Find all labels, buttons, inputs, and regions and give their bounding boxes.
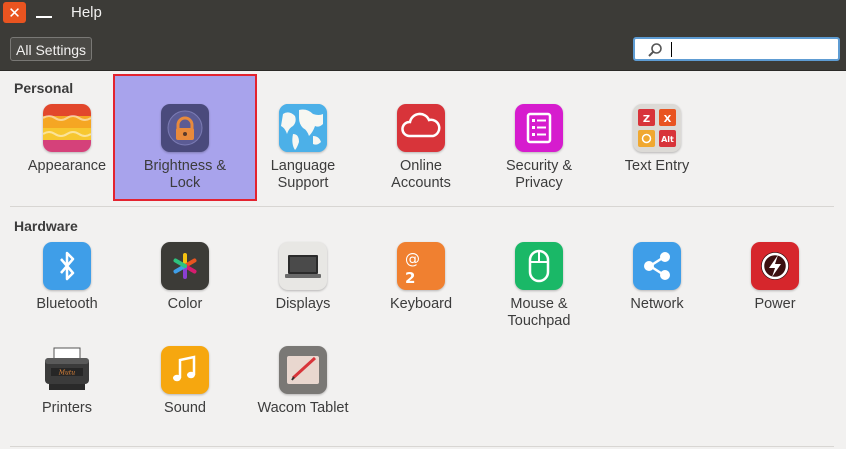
keyboard-num-glyph: 2 — [405, 269, 415, 287]
section-title-hardware: Hardware — [14, 218, 78, 234]
menu-help[interactable]: Help — [71, 4, 102, 21]
settings-item-label: Text Entry — [624, 158, 690, 174]
text-entry-z: Z — [643, 114, 650, 125]
settings-item-text-entry[interactable]: Z X Alt Text Entry — [598, 104, 716, 175]
displays-icon — [279, 242, 327, 290]
close-button[interactable]: ✕ — [3, 2, 26, 23]
close-icon: ✕ — [8, 3, 21, 22]
keyboard-at-glyph: @ — [405, 250, 420, 268]
section-title-personal: Personal — [14, 80, 74, 96]
settings-item-label: Sound — [164, 400, 206, 416]
power-icon — [751, 242, 799, 290]
color-icon — [161, 242, 209, 290]
bottom-divider — [10, 446, 834, 447]
settings-item-sound[interactable]: Sound — [126, 346, 244, 417]
settings-item-label: Network — [630, 296, 684, 312]
title-bar: ✕ Help — [0, 0, 846, 27]
text-cursor — [671, 42, 672, 57]
settings-item-label: Mouse & Touchpad — [507, 296, 571, 329]
settings-item-language-support[interactable]: Language Support — [244, 104, 362, 192]
mouse-touchpad-icon — [515, 242, 563, 290]
search-input[interactable] — [669, 40, 835, 58]
brightness-lock-icon — [161, 104, 209, 152]
settings-item-security-privacy[interactable]: Security & Privacy — [480, 104, 598, 192]
all-settings-button[interactable]: All Settings — [10, 37, 93, 61]
printer-logo: Mutu — [58, 370, 75, 377]
settings-item-label: Brightness & Lock — [143, 158, 227, 191]
minimize-button[interactable] — [33, 2, 55, 23]
settings-item-label: Online Accounts — [391, 158, 451, 191]
toolbar: All Settings — [0, 27, 846, 71]
settings-item-label: Language Support — [270, 158, 336, 191]
text-entry-icon: Z X Alt — [633, 104, 681, 152]
sound-icon — [161, 346, 209, 394]
settings-item-label: Appearance — [27, 158, 107, 174]
settings-item-wacom-tablet[interactable]: Wacom Tablet — [244, 346, 362, 417]
text-entry-alt: Alt — [661, 135, 674, 144]
settings-item-label: Printers — [42, 400, 92, 416]
settings-item-keyboard[interactable]: @ 2 Keyboard — [362, 242, 480, 313]
settings-item-brightness-lock[interactable]: Brightness & Lock — [126, 104, 244, 192]
settings-item-label: Wacom Tablet — [257, 400, 349, 416]
security-privacy-icon — [515, 104, 563, 152]
settings-item-appearance[interactable]: Appearance — [8, 104, 126, 175]
settings-item-power[interactable]: Power — [716, 242, 834, 313]
settings-item-color[interactable]: Color — [126, 242, 244, 313]
search-icon — [648, 43, 662, 57]
wacom-tablet-icon — [279, 346, 327, 394]
settings-item-network[interactable]: Network — [598, 242, 716, 313]
text-entry-x: X — [664, 114, 672, 125]
settings-item-label: Security & Privacy — [505, 158, 573, 191]
settings-item-displays[interactable]: Displays — [244, 242, 362, 313]
bluetooth-icon — [43, 242, 91, 290]
settings-item-label: Power — [754, 296, 796, 312]
appearance-icon — [43, 104, 91, 152]
printers-icon: Mutu — [43, 346, 91, 394]
settings-item-bluetooth[interactable]: Bluetooth — [8, 242, 126, 313]
section-divider — [10, 206, 834, 207]
settings-item-mouse-touchpad[interactable]: Mouse & Touchpad — [480, 242, 598, 330]
language-support-icon — [279, 104, 327, 152]
settings-item-label: Displays — [275, 296, 331, 312]
keyboard-icon: @ 2 — [397, 242, 445, 290]
search-box[interactable] — [633, 37, 840, 61]
settings-item-label: Color — [167, 296, 203, 312]
network-icon — [633, 242, 681, 290]
settings-item-label: Bluetooth — [36, 296, 98, 312]
settings-item-online-accounts[interactable]: Online Accounts — [362, 104, 480, 192]
settings-item-label: Keyboard — [389, 296, 453, 312]
settings-item-printers[interactable]: Mutu Printers — [8, 346, 126, 417]
online-accounts-icon — [397, 104, 445, 152]
